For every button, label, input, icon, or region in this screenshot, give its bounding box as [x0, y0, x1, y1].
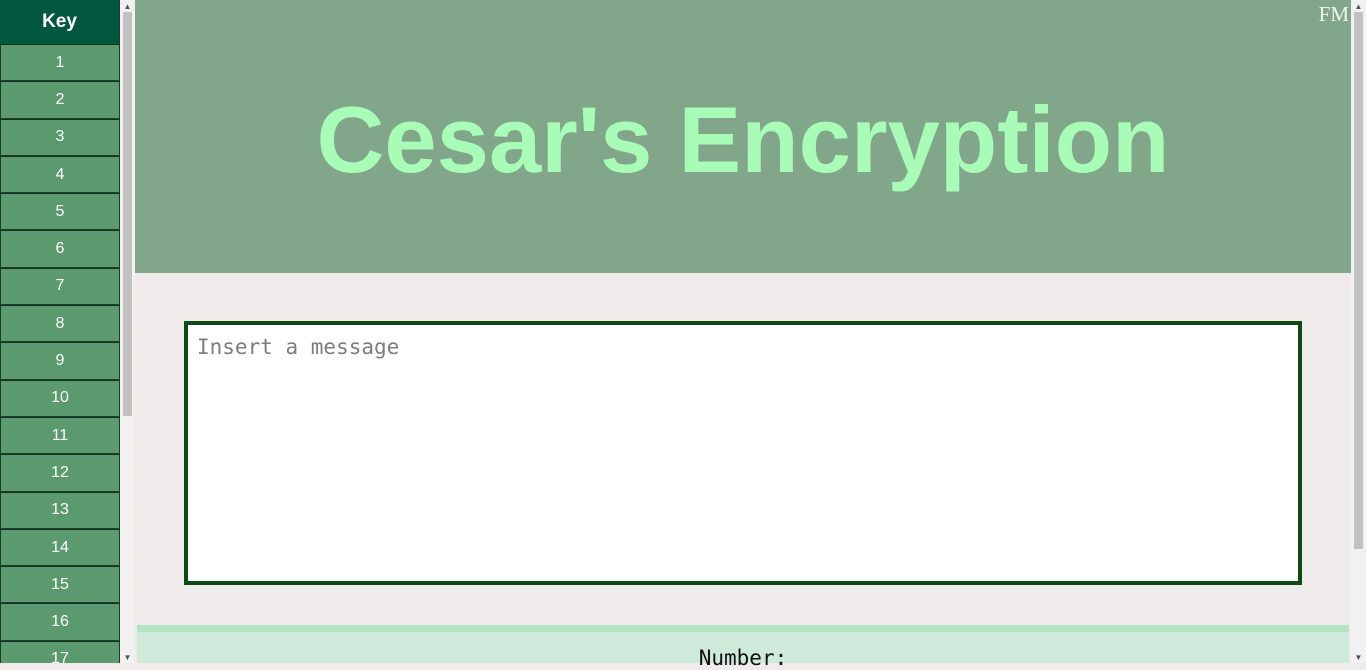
- key-item[interactable]: 12: [0, 454, 120, 492]
- key-item[interactable]: 2: [0, 81, 120, 119]
- number-label: Number:: [698, 646, 788, 670]
- key-item[interactable]: 7: [0, 267, 120, 306]
- author-initials: FM: [1318, 2, 1349, 26]
- key-sidebar: Key 1 2 3 4 5 6 7 8 9 10 11 12 13 14 15 16 17: [0, 0, 120, 663]
- key-item[interactable]: 14: [0, 528, 120, 567]
- key-item[interactable]: 4: [0, 155, 120, 194]
- scrollbar-thumb[interactable]: [123, 12, 132, 416]
- number-section: Number:: [137, 625, 1349, 670]
- key-item[interactable]: 3: [0, 118, 120, 156]
- scroll-down-icon[interactable]: ▼: [120, 651, 135, 663]
- key-item[interactable]: 13: [0, 491, 120, 529]
- sidebar-scrollbar[interactable]: ▲ ▼: [120, 0, 135, 663]
- scroll-up-icon[interactable]: ▲: [1351, 0, 1366, 12]
- key-header: Key: [0, 0, 120, 44]
- key-item[interactable]: 15: [0, 566, 120, 604]
- key-item[interactable]: 16: [0, 603, 120, 641]
- key-item[interactable]: 6: [0, 230, 120, 268]
- scroll-up-icon[interactable]: ▲: [120, 0, 135, 12]
- key-item[interactable]: 1: [0, 44, 120, 82]
- page-scrollbar[interactable]: ▲ ▼: [1351, 0, 1366, 663]
- scrollbar-thumb[interactable]: [1354, 12, 1363, 549]
- key-item[interactable]: 9: [0, 342, 120, 380]
- page-title: Cesar's Encryption: [316, 87, 1170, 192]
- key-item[interactable]: 17: [0, 640, 120, 663]
- key-item[interactable]: 5: [0, 193, 120, 231]
- scroll-down-icon[interactable]: ▼: [1351, 651, 1366, 663]
- key-item[interactable]: 11: [0, 416, 120, 455]
- page-header: Cesar's Encryption FM: [135, 0, 1351, 273]
- key-item[interactable]: 10: [0, 379, 120, 417]
- key-list: 1 2 3 4 5 6 7 8 9 10 11 12 13 14 15 16 17: [0, 44, 120, 663]
- message-input[interactable]: [184, 321, 1302, 585]
- key-item[interactable]: 8: [0, 305, 120, 343]
